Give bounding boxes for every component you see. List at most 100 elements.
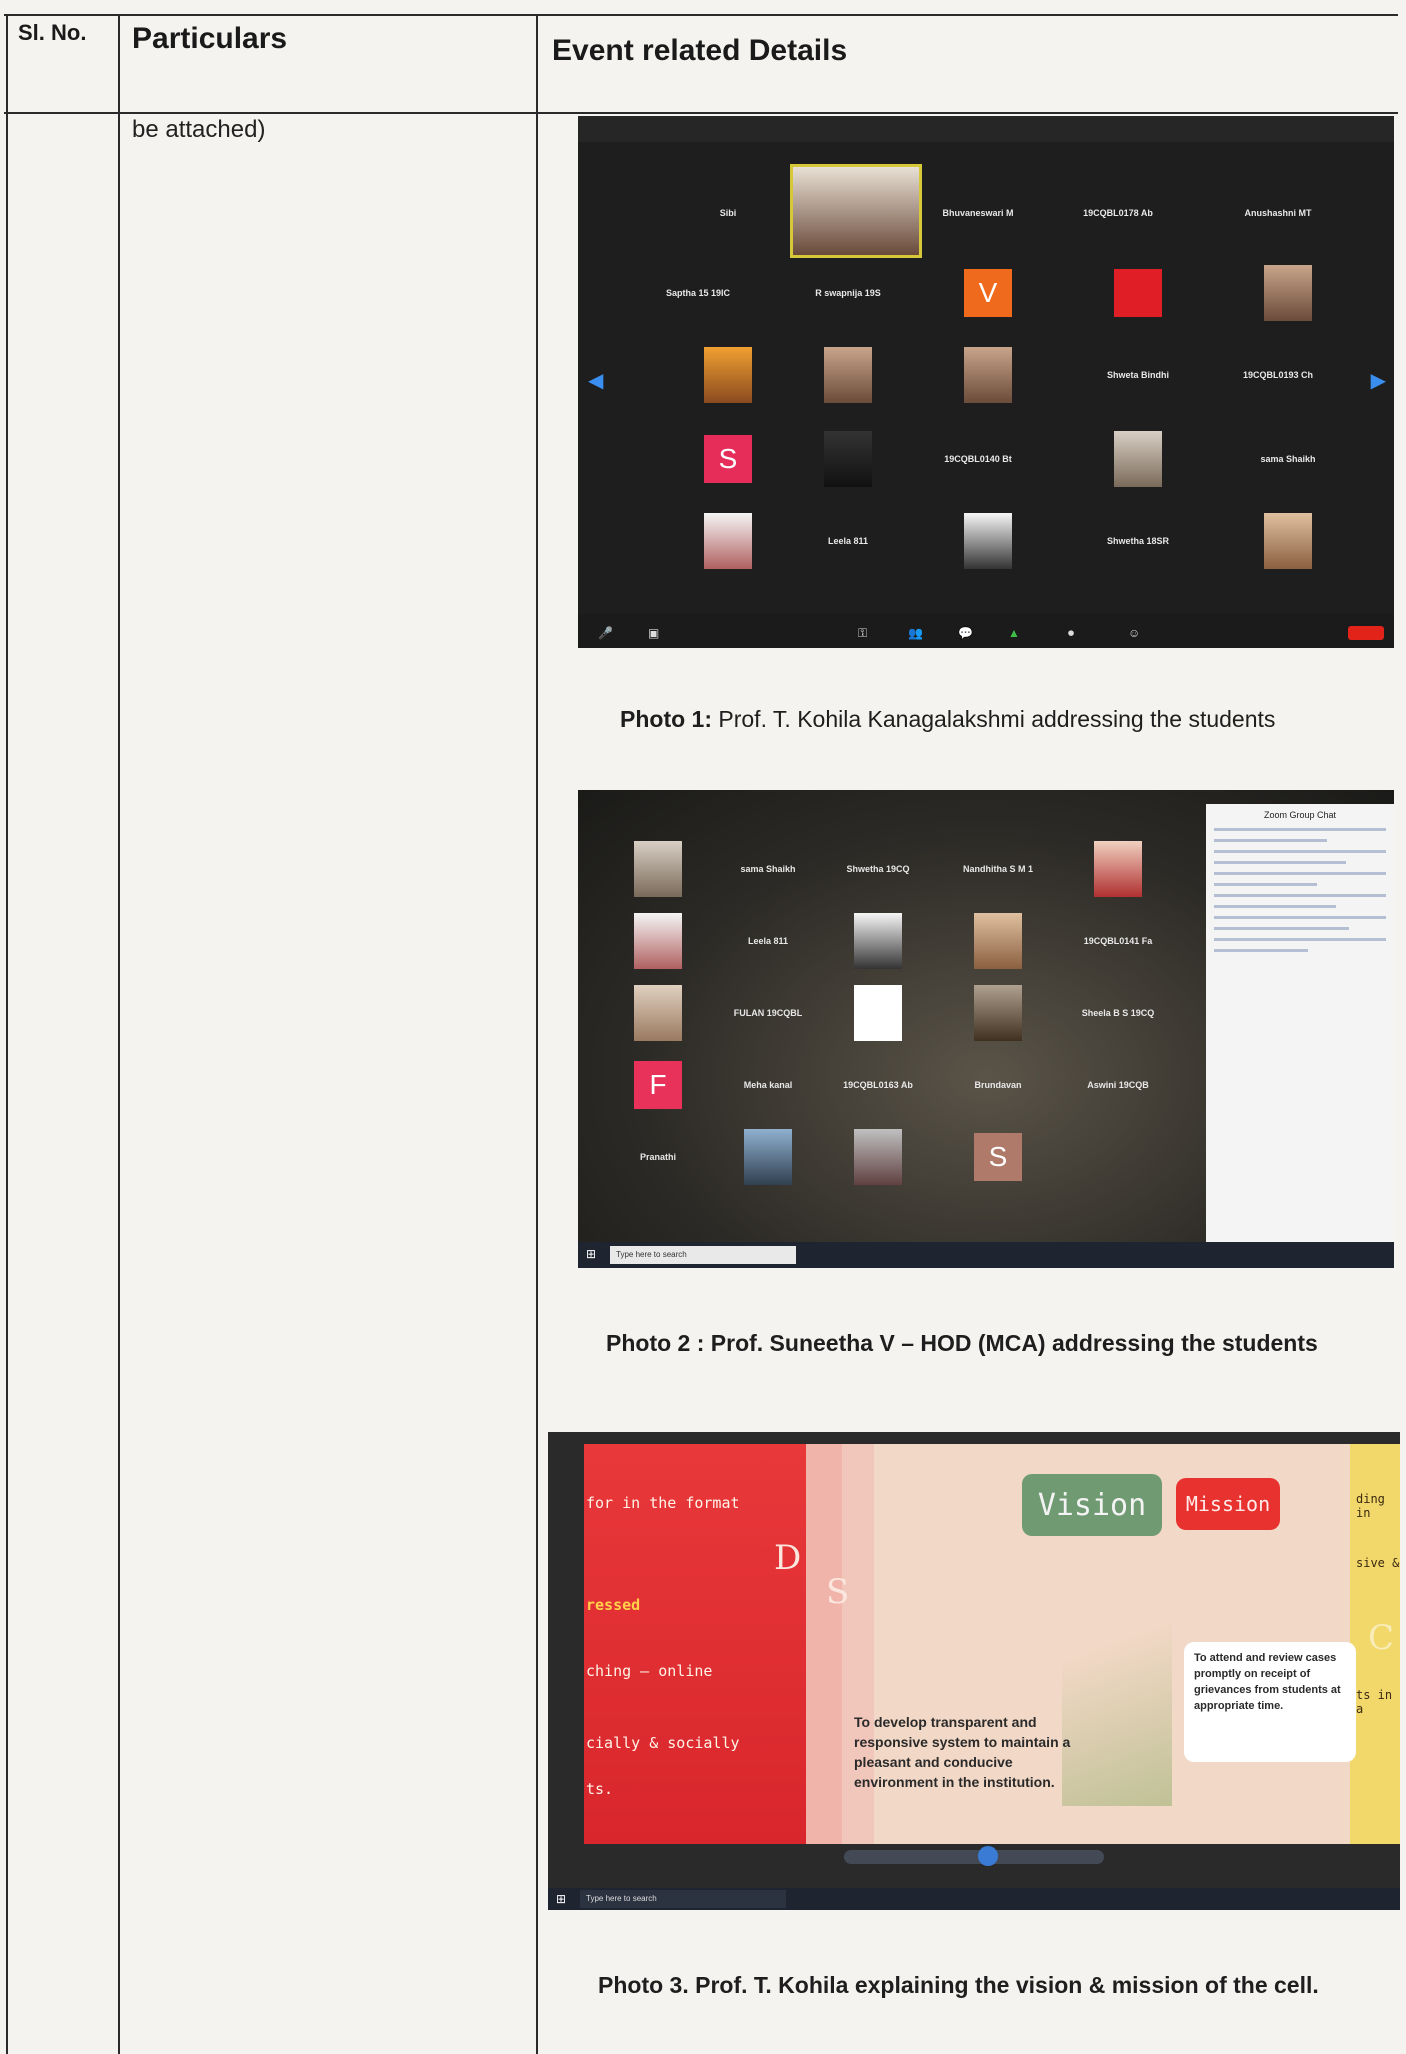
photo3-slide-screenshot: for in the format ressed ching – online … xyxy=(548,1432,1400,1910)
microphone-icon[interactable]: 🎤 xyxy=(598,626,613,640)
participant-tile: Shwetha 19CQ xyxy=(818,832,938,906)
gallery-prev-arrow-icon: ◀ xyxy=(588,370,604,392)
participant-photo xyxy=(704,513,752,569)
participant-name: Meha kanal xyxy=(743,1080,793,1090)
windows-start-icon[interactable]: ⊞ xyxy=(556,1892,566,1906)
participant-photo xyxy=(1264,513,1312,569)
share-screen-icon[interactable]: ▲ xyxy=(1008,626,1022,640)
participant-name: 19CQBL0141 Fa xyxy=(1083,936,1153,946)
participant-tile: R swapnija 19S xyxy=(788,256,908,330)
table-header-divider xyxy=(4,112,1398,114)
slide-tab-letter: C xyxy=(1368,1618,1395,1658)
participant-tile xyxy=(818,976,938,1050)
participant-photo xyxy=(964,347,1012,403)
particulars-cell-text: be attached) xyxy=(132,116,266,143)
participant-photo xyxy=(704,347,752,403)
photo1-caption-text: Prof. T. Kohila Kanagalakshmi addressing… xyxy=(712,706,1276,732)
participant-photo xyxy=(744,1129,792,1185)
slide-right-fragment: ts in a xyxy=(1356,1688,1393,1716)
end-meeting-icon[interactable] xyxy=(1348,626,1384,640)
participant-tile xyxy=(938,976,1058,1050)
participant-name: Shweta Bindhi xyxy=(1106,370,1169,380)
chat-message xyxy=(1214,883,1318,886)
participant-tile xyxy=(1228,256,1348,330)
chat-message xyxy=(1214,861,1346,864)
participant-tile xyxy=(1078,256,1198,330)
mission-statement: To attend and review cases promptly on r… xyxy=(1194,1652,1341,1712)
video-progress-bar[interactable] xyxy=(844,1850,1104,1864)
table-left-border xyxy=(6,14,8,2054)
participant-photo xyxy=(1264,265,1312,321)
participant-photo xyxy=(964,513,1012,569)
participant-photo xyxy=(974,913,1022,969)
participant-tile xyxy=(788,422,908,496)
chat-message xyxy=(1214,839,1327,842)
participant-tile: Sheela B S 19CQ xyxy=(1058,976,1178,1050)
participant-photo xyxy=(634,985,682,1041)
header-sl-no: Sl. No. xyxy=(18,20,87,45)
slide-left-line: cially & socially xyxy=(586,1734,740,1752)
chat-icon[interactable]: 💬 xyxy=(958,626,973,640)
participant-name: Anushashni MT xyxy=(1244,208,1312,218)
participant-tile xyxy=(938,904,1058,978)
chat-message xyxy=(1214,938,1386,941)
windows-start-icon[interactable]: ⊞ xyxy=(586,1247,596,1261)
participants-icon[interactable]: 👥 xyxy=(908,626,923,640)
participant-tile: Leela 811 xyxy=(708,904,828,978)
participant-tile: S xyxy=(938,1120,1058,1194)
participant-name: Nandhitha S M 1 xyxy=(962,864,1033,874)
participant-tile xyxy=(598,976,718,1050)
reactions-icon[interactable]: ☺ xyxy=(1128,626,1142,640)
video-camera-icon[interactable]: ▣ xyxy=(648,626,662,640)
participant-name: Shwetha 19CQ xyxy=(846,864,910,874)
mission-label: Mission xyxy=(1176,1478,1280,1530)
participant-tile: 19CQBL0140 Bt xyxy=(918,422,1038,496)
participant-tile xyxy=(788,338,908,412)
participant-tile xyxy=(598,904,718,978)
chat-message xyxy=(1214,872,1386,875)
chat-message xyxy=(1214,850,1386,853)
participant-tile xyxy=(598,832,718,906)
participant-tile: Aswini 19CQB xyxy=(1058,1048,1178,1122)
participant-tile: sama Shaikh xyxy=(1228,422,1348,496)
participant-tile: Nandhitha S M 1 xyxy=(938,832,1058,906)
participant-photo xyxy=(1094,841,1142,897)
participant-name: Shwetha 18SR xyxy=(1106,536,1170,546)
participant-avatar-letter: F xyxy=(634,1061,682,1109)
video-play-button[interactable] xyxy=(978,1846,998,1866)
slide-left-line: ts. xyxy=(586,1780,614,1798)
photo2-zoom-screenshot: Zoom Group Chat sama Shaikh Shwetha 19CQ… xyxy=(578,790,1394,1268)
taskbar-search-input[interactable]: Type here to search xyxy=(610,1246,796,1264)
participant-photo xyxy=(854,985,902,1041)
participant-photo xyxy=(974,985,1022,1041)
slide-pink-tab xyxy=(806,1444,842,1844)
participant-photo xyxy=(854,1129,902,1185)
participant-name: 19CQBL0193 Ch xyxy=(1242,370,1314,380)
windows-taskbar: ⊞ Type here to search xyxy=(548,1888,1400,1910)
slide-tab-letter: D xyxy=(774,1538,802,1578)
photo2-caption-text: Prof. Suneetha V – HOD (MCA) addressing … xyxy=(704,1330,1318,1356)
participant-avatar-letter: V xyxy=(964,269,1012,317)
table-top-border xyxy=(4,14,1398,16)
chat-message xyxy=(1214,894,1386,897)
photo1-caption: Photo 1: Prof. T. Kohila Kanagalakshmi a… xyxy=(620,706,1275,733)
participant-photo xyxy=(824,347,872,403)
security-icon[interactable]: ⚿ xyxy=(858,626,872,640)
taskbar-search-input[interactable]: Type here to search xyxy=(580,1890,786,1908)
participant-avatar-red xyxy=(1114,269,1162,317)
chat-panel-title: Zoom Group Chat xyxy=(1263,810,1337,820)
slide-left-line: ressed xyxy=(586,1596,641,1614)
participant-name: Leela 811 xyxy=(747,936,789,946)
participant-tile xyxy=(928,338,1048,412)
slide-left-line: ching – online xyxy=(586,1662,713,1680)
participant-name: Aswini 19CQB xyxy=(1087,1080,1149,1090)
participant-name: 19CQBL0163 Ab xyxy=(843,1080,913,1090)
participant-name: Leela 811 xyxy=(827,536,869,546)
table-col1-divider xyxy=(118,14,120,2054)
photo3-caption-text: Photo 3. Prof. T. Kohila explaining the … xyxy=(598,1972,1319,1998)
chat-message xyxy=(1214,828,1386,831)
slide-tab-letter: S xyxy=(826,1572,850,1612)
recording-icon[interactable]: ⏺ xyxy=(1068,626,1082,640)
participant-tile xyxy=(928,504,1048,578)
zoom-controls-bar: 🎤 ▣ ⚿ 👥 💬 ▲ ⏺ ☺ xyxy=(578,614,1394,648)
